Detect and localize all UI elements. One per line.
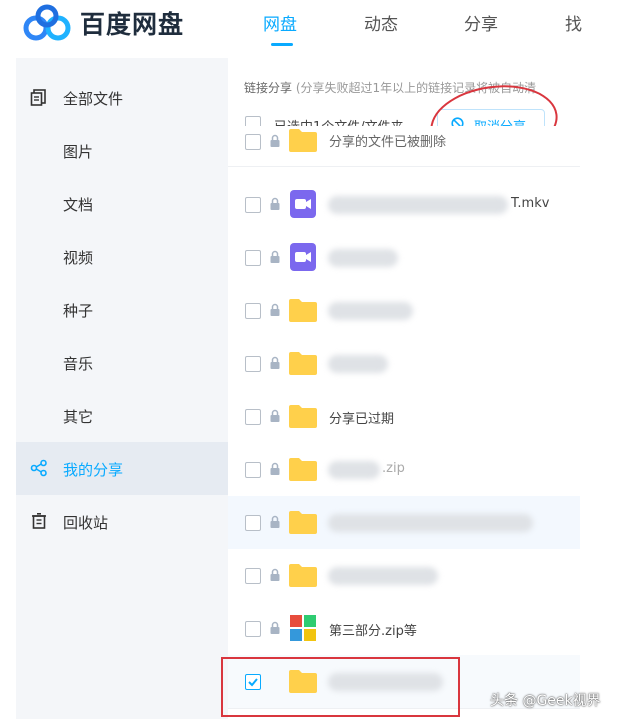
watermark: 头条 @Geek视界 xyxy=(490,693,601,709)
sidebar: 全部文件 图片 文档 视频 种子 音乐 其它 我的分享 回收站 xyxy=(16,58,228,719)
sidebar-item-label: 我的分享 xyxy=(63,461,124,479)
row-checkbox[interactable] xyxy=(245,409,261,425)
row-checkbox[interactable] xyxy=(245,250,261,266)
file-name: 分享已过期 xyxy=(329,412,395,427)
file-name: 分享的文件已被删除 xyxy=(329,135,447,150)
sidebar-item-all-files[interactable]: 全部文件 xyxy=(16,71,228,124)
file-row[interactable]: 分享的文件已被删除 xyxy=(228,126,580,167)
folder-icon xyxy=(289,405,317,428)
active-tab-indicator xyxy=(271,43,293,46)
sidebar-item-label: 视频 xyxy=(63,249,94,267)
annotation-box xyxy=(221,657,460,717)
lock-icon xyxy=(270,356,280,369)
section-title-text: 链接分享 xyxy=(244,81,293,95)
nav-tab-netdisk[interactable]: 网盘 xyxy=(263,10,297,35)
folder-icon xyxy=(289,352,317,375)
file-name: .zip xyxy=(382,461,405,476)
sidebar-item-label: 全部文件 xyxy=(63,90,124,108)
redacted-filename xyxy=(328,249,398,267)
file-row[interactable] xyxy=(228,496,580,550)
lock-icon xyxy=(270,568,280,581)
lock-icon xyxy=(270,621,280,634)
row-checkbox[interactable] xyxy=(245,356,261,372)
redacted-filename xyxy=(328,567,438,585)
file-row[interactable] xyxy=(228,337,580,391)
lock-icon xyxy=(270,303,280,316)
nav-tab-share[interactable]: 分享 xyxy=(464,10,498,35)
baidu-netdisk-logo[interactable] xyxy=(22,4,72,42)
lock-icon xyxy=(270,515,280,528)
sidebar-item-music[interactable]: 音乐 xyxy=(16,336,228,389)
row-checkbox[interactable] xyxy=(245,568,261,584)
row-checkbox[interactable] xyxy=(245,303,261,319)
file-row[interactable]: .zip xyxy=(228,443,580,497)
file-name: T.mkv xyxy=(511,196,550,211)
sidebar-item-images[interactable]: 图片 xyxy=(16,124,228,177)
row-checkbox[interactable] xyxy=(245,621,261,637)
brand-name: 百度网盘 xyxy=(80,10,185,39)
folder-icon xyxy=(289,511,317,534)
file-list-panel: 链接分享 (分享失败超过1年以上的链接记录将被自动清 已选中1个文件/文件夹 取… xyxy=(228,58,580,719)
trash-icon xyxy=(32,512,46,529)
video-file-icon xyxy=(290,190,316,218)
sidebar-item-my-shares[interactable]: 我的分享 xyxy=(16,442,228,495)
folder-icon xyxy=(289,299,317,322)
file-row[interactable] xyxy=(228,549,580,603)
row-checkbox[interactable] xyxy=(245,197,261,213)
sidebar-item-label: 种子 xyxy=(63,302,94,320)
file-row[interactable] xyxy=(228,284,580,338)
row-checkbox[interactable] xyxy=(245,515,261,531)
lock-icon xyxy=(270,134,280,147)
sidebar-item-label: 图片 xyxy=(63,143,94,161)
row-checkbox[interactable] xyxy=(245,134,261,150)
sidebar-item-other[interactable]: 其它 xyxy=(16,389,228,442)
redacted-filename xyxy=(328,196,508,214)
redacted-filename xyxy=(328,355,388,373)
sidebar-item-recycle-bin[interactable]: 回收站 xyxy=(16,495,228,548)
nav-tab-find[interactable]: 找 xyxy=(565,10,582,35)
lock-icon xyxy=(270,462,280,475)
row-checkbox[interactable] xyxy=(245,462,261,478)
file-row[interactable] xyxy=(228,231,580,285)
lock-icon xyxy=(270,409,280,422)
lock-icon xyxy=(270,250,280,263)
app-header: 百度网盘 网盘 动态 分享 找 xyxy=(0,0,640,58)
file-row[interactable]: 分享已过期 xyxy=(228,390,580,444)
file-row[interactable]: 第三部分.zip等 xyxy=(228,602,580,656)
folder-icon xyxy=(289,458,317,481)
sidebar-item-label: 音乐 xyxy=(63,355,94,373)
sidebar-item-torrents[interactable]: 种子 xyxy=(16,283,228,336)
folder-icon xyxy=(289,564,317,587)
files-icon xyxy=(30,89,46,106)
folder-icon xyxy=(289,129,317,152)
share-icon xyxy=(30,459,47,477)
redacted-filename xyxy=(328,302,413,320)
lock-icon xyxy=(270,197,280,210)
multi-file-icon xyxy=(290,615,316,641)
file-name: 第三部分.zip等 xyxy=(329,624,417,639)
nav-tab-activity[interactable]: 动态 xyxy=(364,10,398,35)
video-file-icon xyxy=(290,243,316,271)
redacted-filename xyxy=(328,514,533,532)
sidebar-item-documents[interactable]: 文档 xyxy=(16,177,228,230)
sidebar-item-label: 回收站 xyxy=(63,514,109,532)
sidebar-item-videos[interactable]: 视频 xyxy=(16,230,228,283)
sidebar-item-label: 其它 xyxy=(63,408,94,426)
file-row[interactable]: T.mkv xyxy=(228,178,580,232)
sidebar-item-label: 文档 xyxy=(63,196,94,214)
redacted-filename xyxy=(328,461,380,479)
